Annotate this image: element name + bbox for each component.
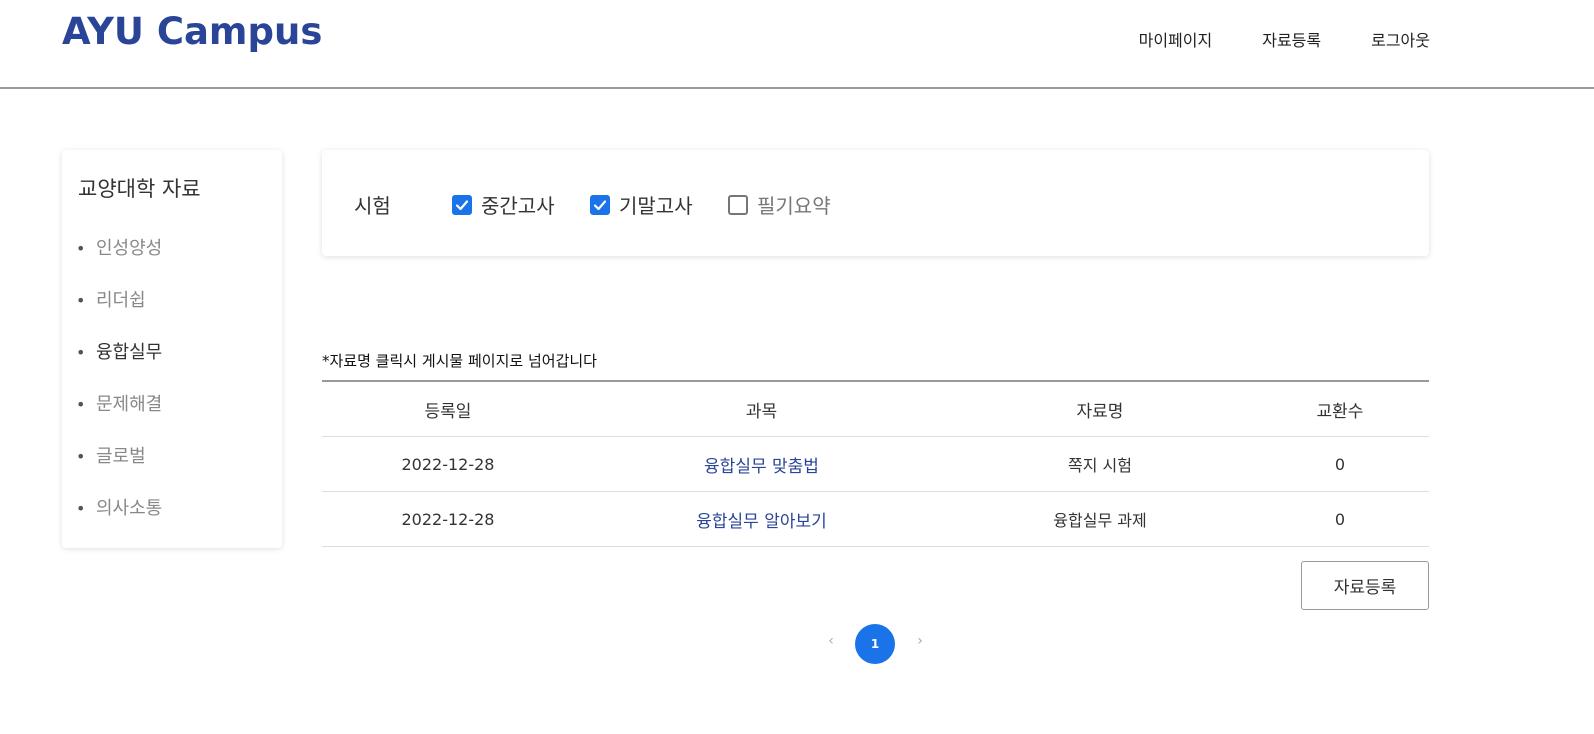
filter-label: 시험 [354, 194, 391, 218]
row-title[interactable]: 융합실무 과제 [949, 507, 1251, 531]
bullet: • [76, 291, 86, 310]
category-list: • 인성양성 • 리더쉽 • 융합실무 • 문제해결 • 글로벌 • 의사소통 [76, 236, 162, 548]
sidebar-item-label: 리더쉽 [96, 290, 146, 311]
sidebar-item-character[interactable]: • 인성양성 [76, 236, 162, 288]
sidebar-item-label: 의사소통 [96, 498, 163, 519]
midterm-checkbox[interactable]: 중간고사 [452, 190, 555, 219]
sidebar-item-global[interactable]: • 글로벌 [76, 444, 162, 496]
table-row: 2022-12-28 융합실무 맞춤법 쪽지 시험 0 [322, 437, 1429, 492]
row-date: 2022-12-28 [401, 454, 495, 474]
prev-page-icon[interactable]: ‹ [824, 633, 838, 649]
nav-logout-link[interactable]: 로그아웃 [1371, 27, 1430, 51]
nav-mypage-link[interactable]: 마이페이지 [1139, 27, 1213, 51]
column-header-title: 자료명 [1076, 401, 1124, 422]
sidebar-item-label: 문제해결 [96, 394, 163, 415]
row-title[interactable]: 쪽지 시험 [949, 452, 1251, 476]
final-checkbox-label: 기말고사 [619, 194, 693, 218]
row-subject: 융합실무 알아보기 [574, 507, 949, 532]
checkbox-checked-icon[interactable] [590, 194, 610, 215]
summary-checkbox-label: 필기요약 [757, 194, 831, 218]
header-bar: AYU Campus 마이페이지 자료등록 로그아웃 [0, 0, 1594, 89]
sidebar-item-convergence[interactable]: • 융합실무 [76, 340, 162, 392]
checkbox-checked-icon[interactable] [452, 194, 472, 215]
sidebar-item-communication[interactable]: • 의사소통 [76, 496, 162, 548]
row-subject: 융합실무 맞춤법 [574, 452, 949, 477]
table-header-row: 등록일 과목 자료명 교환수 [322, 382, 1429, 437]
row-date: 2022-12-28 [401, 509, 495, 529]
logo[interactable]: AYU Campus [62, 10, 322, 53]
bullet: • [76, 499, 86, 518]
subject-link[interactable]: 융합실무 알아보기 [696, 512, 827, 532]
table-hint-note: *자료명 클릭시 게시물 페이지로 넘어갑니다 [322, 352, 597, 370]
bullet: • [76, 395, 86, 414]
materials-table: 등록일 과목 자료명 교환수 2022-12-28 융합실무 맞춤법 쪽지 시험… [322, 380, 1429, 547]
sidebar-item-label: 글로벌 [96, 446, 146, 467]
sidebar-item-label: 인성양성 [96, 238, 163, 259]
sidebar-item-leadership[interactable]: • 리더쉽 [76, 288, 162, 340]
subject-link[interactable]: 융합실무 맞춤법 [704, 457, 819, 477]
final-checkbox[interactable]: 기말고사 [590, 190, 693, 219]
row-exchanges: 0 [1334, 454, 1346, 474]
page-1-button[interactable]: 1 [855, 624, 895, 664]
bullet: • [76, 239, 86, 258]
column-header-exchanges: 교환수 [1316, 401, 1364, 422]
checkbox-unchecked-icon[interactable] [728, 194, 748, 215]
nav-upload-link[interactable]: 자료등록 [1262, 27, 1321, 51]
midterm-checkbox-label: 중간고사 [481, 194, 555, 218]
bullet: • [76, 343, 86, 362]
next-page-icon[interactable]: › [913, 633, 927, 649]
table-row: 2022-12-28 융합실무 알아보기 융합실무 과제 0 [322, 492, 1429, 547]
exam-filter-panel: 시험 중간고사 기말고사 필기요약 [322, 150, 1429, 256]
bullet: • [76, 447, 86, 466]
column-header-date: 등록일 [424, 401, 472, 422]
sidebar-item-label: 융합실무 [96, 342, 163, 363]
top-nav: 마이페이지 자료등록 로그아웃 [1139, 27, 1430, 51]
summary-checkbox[interactable]: 필기요약 [728, 190, 831, 219]
category-sidebar: 교양대학 자료 • 인성양성 • 리더쉽 • 융합실무 • 문제해결 • 글로벌 • 의사소… [62, 150, 282, 548]
column-header-subject: 과목 [745, 401, 778, 422]
sidebar-item-problem-solving[interactable]: • 문제해결 [76, 392, 162, 444]
row-exchanges: 0 [1334, 509, 1346, 529]
sidebar-title: 교양대학 자료 [78, 177, 201, 201]
register-material-button[interactable]: 자료등록 [1301, 561, 1429, 610]
